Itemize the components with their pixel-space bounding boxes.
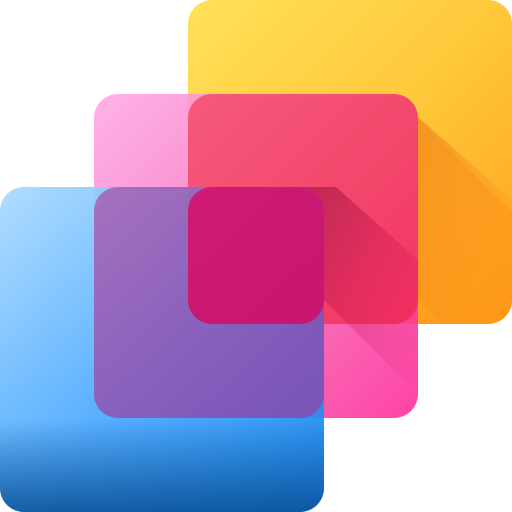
layers-icon [0, 0, 512, 512]
layers-icon-graphic [0, 0, 512, 512]
front-layer [0, 187, 324, 512]
